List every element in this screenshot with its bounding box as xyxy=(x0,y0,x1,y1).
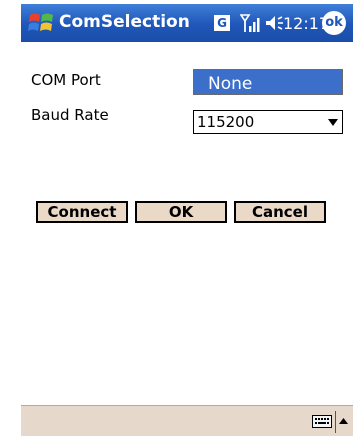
device-screen: ComSelection G 12:17 ok COM Port None Ba… xyxy=(21,0,353,436)
sip-up-arrow-icon[interactable] xyxy=(339,418,348,424)
volume-icon[interactable] xyxy=(264,13,284,33)
windows-start-icon[interactable] xyxy=(27,10,55,36)
sip-divider xyxy=(335,411,336,433)
connect-button[interactable]: Connect xyxy=(36,201,128,223)
baud-rate-select[interactable]: 115200 xyxy=(193,110,343,134)
app-title: ComSelection xyxy=(59,12,190,32)
keyboard-icon[interactable] xyxy=(312,415,332,428)
cancel-button[interactable]: Cancel xyxy=(234,201,326,223)
ok-close-button[interactable]: ok xyxy=(322,11,346,35)
com-port-label: COM Port xyxy=(31,71,101,89)
signal-icon[interactable] xyxy=(240,12,262,34)
title-bar: ComSelection G 12:17 ok xyxy=(21,4,353,42)
baud-rate-label: Baud Rate xyxy=(31,106,109,124)
com-port-field[interactable]: None xyxy=(193,69,343,95)
menu-bar xyxy=(21,405,353,436)
chevron-down-icon[interactable] xyxy=(328,119,338,126)
ok-button[interactable]: OK xyxy=(135,201,227,223)
baud-rate-value: 115200 xyxy=(197,113,255,131)
status-g-icon[interactable]: G xyxy=(214,15,230,31)
